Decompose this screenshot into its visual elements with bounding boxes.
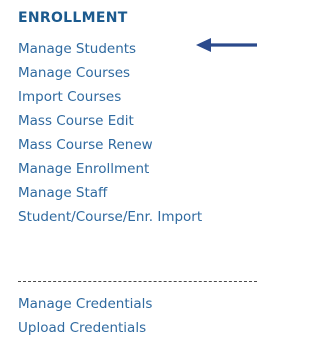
section-title-enrollment: ENROLLMENT bbox=[18, 10, 128, 26]
arrow-head bbox=[196, 38, 211, 52]
left-arrow-icon bbox=[196, 38, 257, 52]
menu-item-manage-students[interactable]: Manage Students bbox=[18, 37, 202, 61]
menu-item-mass-course-renew[interactable]: Mass Course Renew bbox=[18, 133, 202, 157]
menu-item-upload-credentials[interactable]: Upload Credentials bbox=[18, 316, 152, 340]
menu-divider bbox=[18, 281, 257, 282]
menu-item-student-course-enr-import[interactable]: Student/Course/Enr. Import bbox=[18, 205, 202, 229]
enrollment-menu-list: Manage Students Manage Courses Import Co… bbox=[18, 37, 202, 229]
menu-item-manage-courses[interactable]: Manage Courses bbox=[18, 61, 202, 85]
menu-item-manage-enrollment[interactable]: Manage Enrollment bbox=[18, 157, 202, 181]
menu-item-manage-credentials[interactable]: Manage Credentials bbox=[18, 292, 152, 316]
menu-item-mass-course-edit[interactable]: Mass Course Edit bbox=[18, 109, 202, 133]
credentials-menu-list: Manage Credentials Upload Credentials bbox=[18, 292, 152, 340]
menu-item-import-courses[interactable]: Import Courses bbox=[18, 85, 202, 109]
menu-item-manage-staff[interactable]: Manage Staff bbox=[18, 181, 202, 205]
